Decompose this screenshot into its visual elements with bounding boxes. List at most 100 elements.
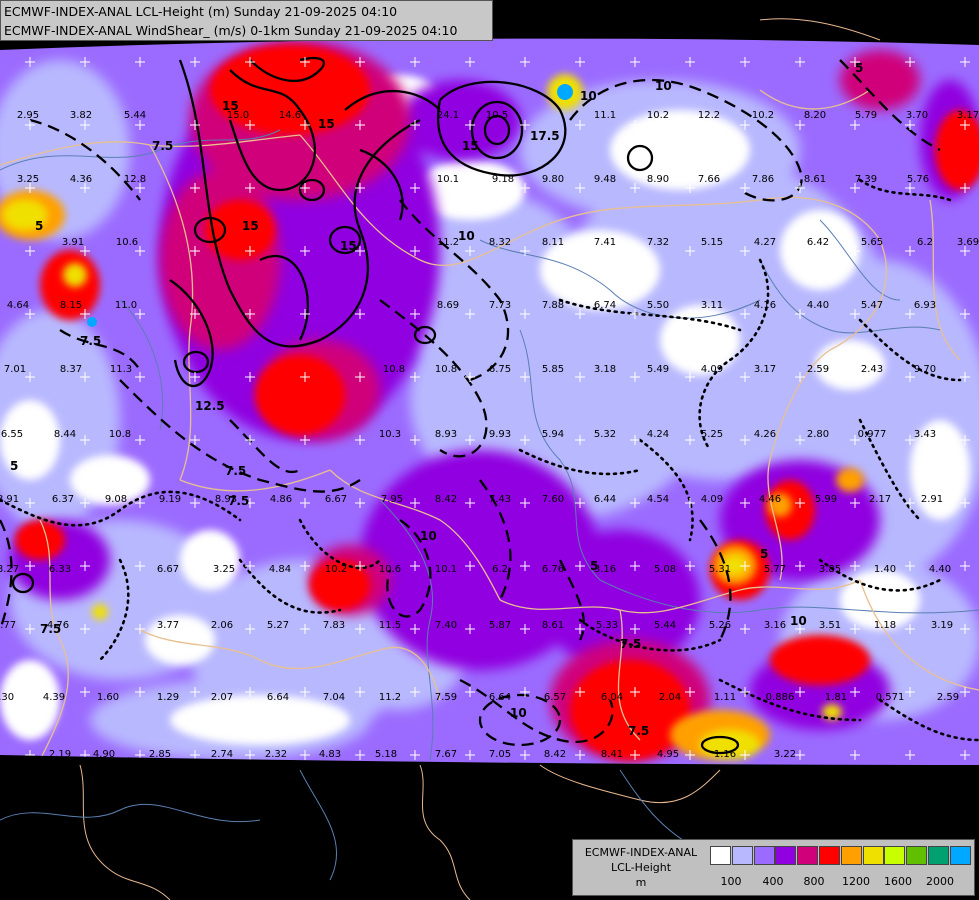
color-legend: ECMWF-INDEX-ANAL LCL-Height m 100 400 800 1… [572,839,975,896]
grid-value-label: 5.25 [701,429,723,440]
grid-value-label: 5.27 [267,620,289,631]
grid-value-label: 3.69 [957,237,979,248]
grid-value-label: 7.88 [542,300,564,311]
grid-value-label: 10.1 [435,564,457,575]
grid-value-label: 4.09 [701,494,723,505]
grid-value-label: 5.50 [647,300,669,311]
contour-label: 10 [510,706,527,720]
grid-value-label: 9.19 [159,494,181,505]
contour-label: 7.5 [152,139,173,153]
contour-label: 7.5 [628,724,649,738]
grid-value-label: 5.08 [654,564,676,575]
grid-value-label: 10.8 [109,429,131,440]
grid-value-label: 24.1 [437,110,459,121]
grid-value-label: 7.40 [435,620,457,631]
grid-value-label: 11.2 [379,692,401,703]
grid-value-label: 6.64 [267,692,289,703]
grid-value-label: 5.49 [647,364,669,375]
grid-value-label: 3.70 [906,110,928,121]
grid-value-label: 12.2 [698,110,720,121]
grid-value-label: 5.79 [855,110,877,121]
grid-value-label: 10.2 [325,564,347,575]
contour-label: 10 [655,79,672,93]
grid-value-label: 5.32 [594,429,616,440]
contour-label: 10 [420,529,437,543]
grid-value-label: 2.07 [211,692,233,703]
grid-value-label: 1.16 [714,749,736,760]
grid-value-label: 3.51 [819,620,841,631]
grid-value-label: 4.30 [0,692,14,703]
grid-value-label: 9.48 [594,174,616,185]
contour-label: 7.5 [620,637,641,651]
contour-label: 7.5 [80,334,101,348]
grid-value-label: 10.5 [486,110,508,121]
grid-value-label: 1.29 [157,692,179,703]
grid-value-label: 3.22 [774,749,796,760]
grid-value-label: 6.2 [492,564,508,575]
grid-value-label: 11.1 [594,110,616,121]
grid-value-label: 3.17 [957,110,979,121]
grid-value-label: 10.2 [647,110,669,121]
grid-value-label: 3.82 [70,110,92,121]
legend-swatch [884,846,906,865]
grid-value-label: 6.04 [601,692,623,703]
grid-value-label: 6.33 [49,564,71,575]
contour-label: 7.5 [228,494,249,508]
grid-value-label: 4.40 [807,300,829,311]
grid-value-label: 6.64 [489,692,511,703]
contour-label: 5 [760,547,768,561]
grid-value-label: 4.86 [270,494,292,505]
grid-value-label: 4.84 [269,564,291,575]
grid-value-label: 4.24 [647,429,669,440]
grid-value-label: 14.6 [279,110,301,121]
grid-value-label: 10.6 [379,564,401,575]
legend-parameter: LCL-Height [610,861,672,874]
grid-value-label: 8.15 [60,300,82,311]
contour-label: 15 [242,219,259,233]
contour-label: 7.5 [40,622,61,636]
grid-value-label: 1.81 [825,692,847,703]
legend-swatch [753,846,775,865]
grid-value-label: 0.571 [876,692,905,703]
grid-value-label: 6.44 [594,494,616,505]
grid-value-label: 8.42 [435,494,457,505]
grid-value-label: 9.70 [914,364,936,375]
contour-label: 15 [462,139,479,153]
grid-value-label: 5.15 [701,237,723,248]
grid-value-label: 11.5 [379,620,401,631]
grid-value-label: 2.59 [937,692,959,703]
grid-value-label: 4.64 [7,300,29,311]
grid-value-label: 4.09 [701,364,723,375]
grid-value-label: 7.39 [855,174,877,185]
grid-value-label: 3.16 [764,620,786,631]
grid-value-label: 5.77 [0,620,16,631]
grid-value-label: 6.55 [1,429,23,440]
contour-label: 15 [222,99,239,113]
grid-value-label: 8.37 [60,364,82,375]
contour-label: 7.5 [225,464,246,478]
grid-value-label: 5.77 [764,564,786,575]
legend-unit: m [635,876,647,889]
grid-value-label: 6.57 [544,692,566,703]
grid-value-label: 7.86 [752,174,774,185]
legend-swatch [862,846,884,865]
contour-label: 12.5 [195,399,225,413]
grid-value-label: 10.3 [379,429,401,440]
grid-value-label: 10.8 [383,364,405,375]
grid-value-label: 4.40 [929,564,951,575]
grid-value-label: 5.31 [709,564,731,575]
grid-value-label: 3.25 [213,564,235,575]
contour-label: 10 [458,229,475,243]
grid-value-label: 5.47 [861,300,883,311]
legend-tick-label: 400 [762,875,784,888]
legend-swatch [928,846,949,865]
grid-value-label: 4.16 [754,300,776,311]
contour-label: 5 [855,61,863,75]
grid-value-label: 6.76 [542,564,564,575]
contour-label: 15 [318,117,335,131]
grid-value-label: 6.42 [807,237,829,248]
legend-source: ECMWF-INDEX-ANAL [584,846,698,859]
grid-value-label: 6.67 [325,494,347,505]
grid-value-label: 5.44 [124,110,146,121]
grid-value-label: 7.95 [381,494,403,505]
